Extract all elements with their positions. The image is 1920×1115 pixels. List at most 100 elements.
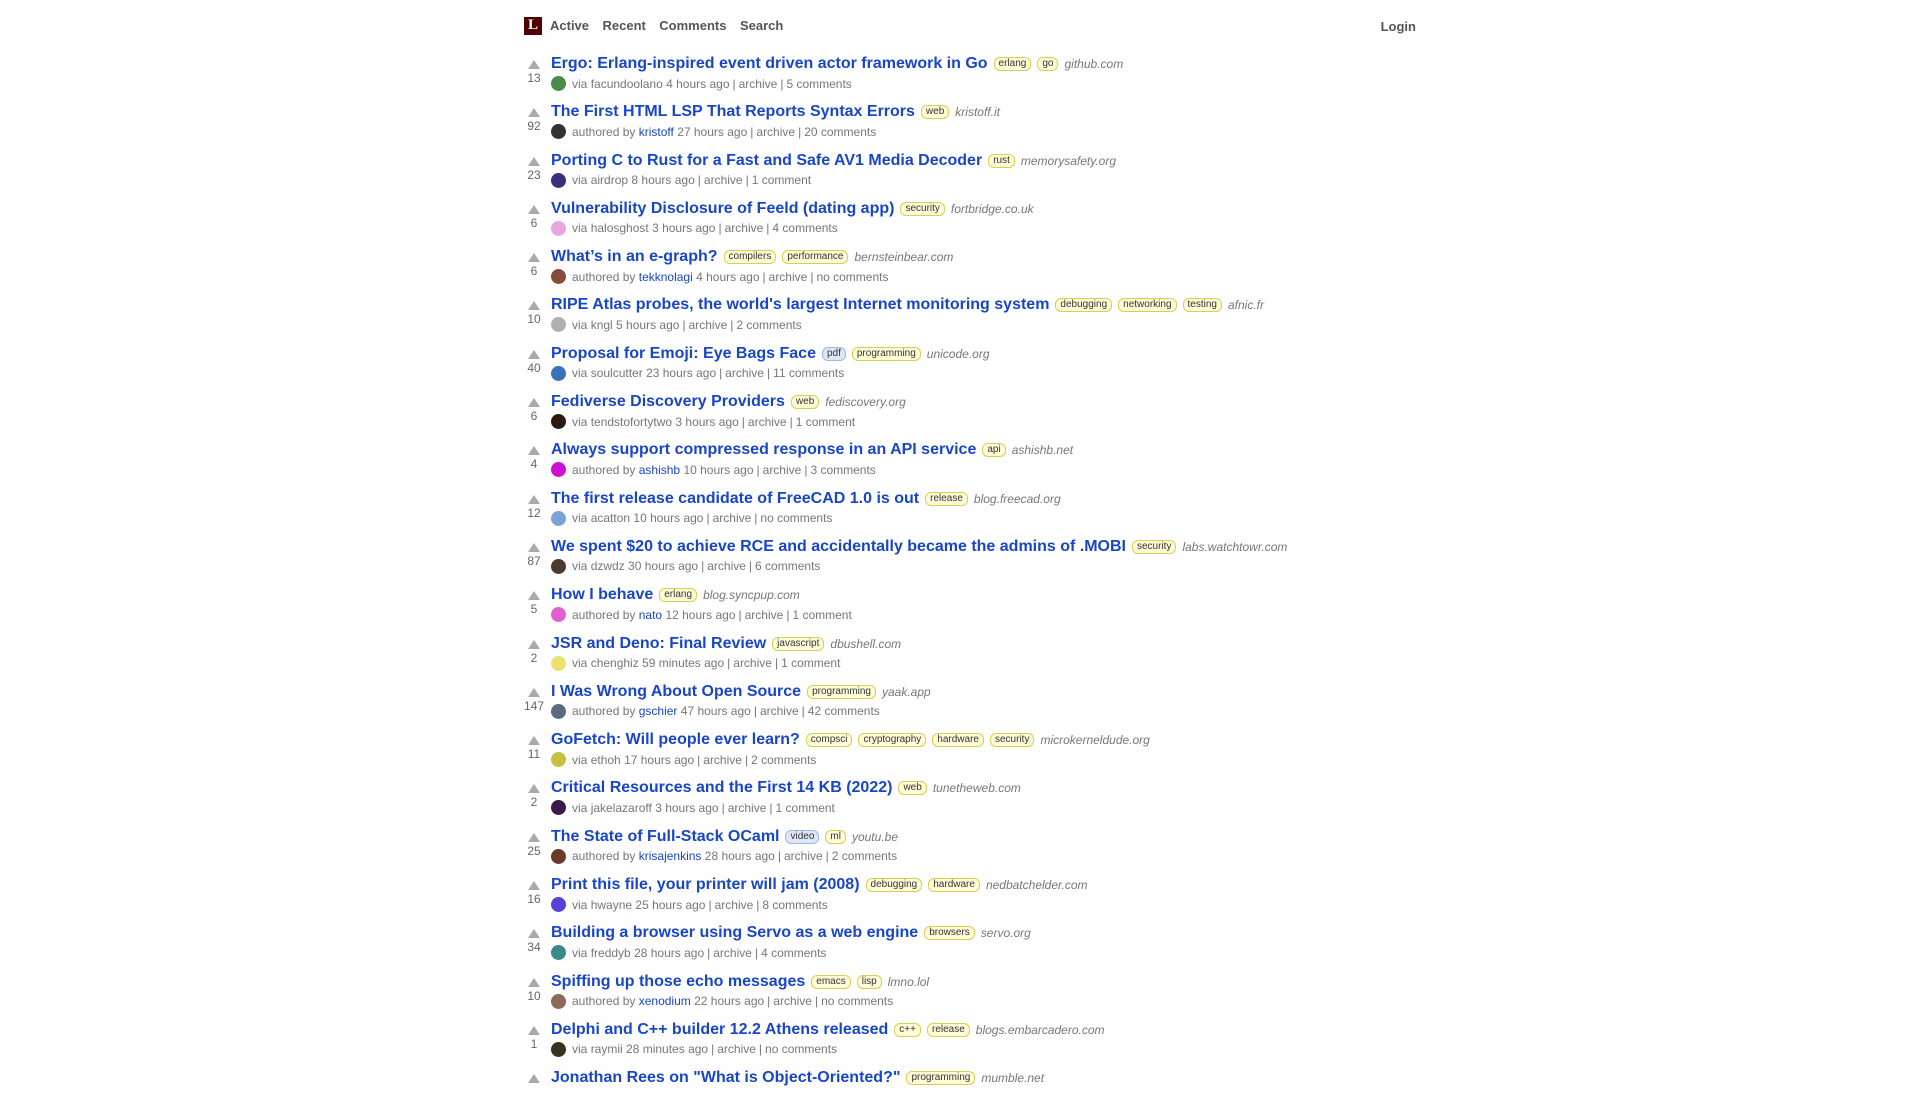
comments-link[interactable]: 6 comments (755, 559, 820, 573)
username-link[interactable]: ethoh (591, 753, 621, 767)
story-title-link[interactable]: Building a browser using Servo as a web … (551, 924, 918, 941)
comments-link[interactable]: 5 comments (786, 77, 851, 91)
upvote-arrow-icon[interactable] (528, 977, 540, 987)
comments-link[interactable]: no comments (816, 270, 888, 284)
user-avatar-icon[interactable] (551, 703, 566, 719)
archive-link[interactable]: archive (728, 801, 767, 815)
comments-link[interactable]: 1 comment (792, 608, 851, 622)
tag-lisp[interactable]: lisp (856, 974, 882, 989)
story-title-link[interactable]: JSR and Deno: Final Review (551, 635, 766, 652)
tag-hardware[interactable]: hardware (928, 878, 980, 893)
archive-link[interactable]: archive (715, 898, 754, 912)
tag-video[interactable]: video (785, 829, 820, 844)
archive-link[interactable]: archive (739, 77, 778, 91)
username-link[interactable]: dzwdz (591, 559, 625, 573)
user-avatar-icon[interactable] (551, 848, 566, 864)
story-domain[interactable]: bernsteinbear.com (854, 250, 953, 264)
upvote-arrow-icon[interactable] (528, 1025, 540, 1035)
tag-javascript[interactable]: javascript (772, 636, 825, 651)
archive-link[interactable]: archive (745, 608, 784, 622)
username-link[interactable]: halosghost (591, 221, 649, 235)
story-domain[interactable]: nedbatchelder.com (986, 878, 1088, 892)
story-domain[interactable]: labs.watchtowr.com (1182, 540, 1287, 554)
username-link[interactable]: hwayne (591, 898, 632, 912)
tag-web[interactable]: web (898, 781, 927, 796)
user-avatar-icon[interactable] (551, 752, 566, 768)
upvote-arrow-icon[interactable] (528, 639, 540, 649)
upvote-arrow-icon[interactable] (528, 591, 540, 601)
user-avatar-icon[interactable] (551, 172, 566, 188)
story-title-link[interactable]: Ergo: Erlang-inspired event driven actor… (551, 55, 988, 72)
tag-erlang[interactable]: erlang (659, 588, 698, 603)
story-domain[interactable]: youtu.be (852, 830, 898, 844)
upvote-arrow-icon[interactable] (528, 687, 540, 697)
tag-emacs[interactable]: emacs (811, 974, 851, 989)
username-link[interactable]: soulcutter (591, 366, 643, 380)
archive-link[interactable]: archive (703, 753, 742, 767)
username-link[interactable]: acatton (591, 511, 630, 525)
story-title-link[interactable]: The first release candidate of FreeCAD 1… (551, 490, 919, 507)
tag-compsci[interactable]: compsci (805, 733, 853, 748)
comments-link[interactable]: 1 comment (776, 801, 835, 815)
archive-link[interactable]: archive (707, 559, 746, 573)
archive-link[interactable]: archive (704, 173, 743, 187)
story-title-link[interactable]: Proposal for Emoji: Eye Bags Face (551, 345, 816, 362)
nav-search[interactable]: Search (740, 18, 783, 33)
upvote-arrow-icon[interactable] (528, 1074, 540, 1084)
user-avatar-icon[interactable] (551, 124, 566, 140)
username-link[interactable]: tekknolagi (639, 270, 693, 284)
story-domain[interactable]: fediscovery.org (825, 395, 905, 409)
tag-c[interactable]: c++ (894, 1022, 921, 1037)
story-domain[interactable]: mumble.net (981, 1071, 1044, 1085)
nav-comments[interactable]: Comments (659, 18, 726, 33)
archive-link[interactable]: archive (769, 270, 808, 284)
upvote-arrow-icon[interactable] (528, 204, 540, 214)
username-link[interactable]: airdrop (591, 173, 628, 187)
story-title-link[interactable]: The State of Full-Stack OCaml (551, 828, 779, 845)
upvote-arrow-icon[interactable] (528, 349, 540, 359)
user-avatar-icon[interactable] (551, 897, 566, 913)
story-domain[interactable]: dbushell.com (830, 637, 901, 651)
username-link[interactable]: raymii (591, 1042, 623, 1056)
comments-link[interactable]: 20 comments (804, 125, 876, 139)
comments-link[interactable]: 4 comments (761, 946, 826, 960)
archive-link[interactable]: archive (784, 849, 823, 863)
story-domain[interactable]: tunetheweb.com (933, 781, 1021, 795)
user-avatar-icon[interactable] (551, 365, 566, 381)
upvote-arrow-icon[interactable] (528, 301, 540, 311)
tag-debugging[interactable]: debugging (865, 878, 923, 893)
username-link[interactable]: xenodium (639, 994, 691, 1008)
comments-link[interactable]: 3 comments (810, 463, 875, 477)
tag-compilers[interactable]: compilers (723, 250, 777, 265)
story-title-link[interactable]: We spent $20 to achieve RCE and accident… (551, 538, 1126, 555)
user-avatar-icon[interactable] (551, 607, 566, 623)
upvote-arrow-icon[interactable] (528, 446, 540, 456)
user-avatar-icon[interactable] (551, 945, 566, 961)
story-title-link[interactable]: Always support compressed response in an… (551, 441, 976, 458)
story-domain[interactable]: fortbridge.co.uk (951, 202, 1034, 216)
comments-link[interactable]: 8 comments (762, 898, 827, 912)
story-title-link[interactable]: Porting C to Rust for a Fast and Safe AV… (551, 152, 982, 169)
username-link[interactable]: kngl (591, 318, 613, 332)
archive-link[interactable]: archive (689, 318, 728, 332)
lobsters-logo[interactable]: L (524, 16, 542, 35)
user-avatar-icon[interactable] (551, 414, 566, 430)
user-avatar-icon[interactable] (551, 993, 566, 1009)
story-domain[interactable]: github.com (1064, 57, 1123, 71)
tag-pdf[interactable]: pdf (821, 346, 846, 361)
upvote-arrow-icon[interactable] (528, 156, 540, 166)
tag-security[interactable]: security (990, 733, 1035, 748)
comments-link[interactable]: 2 comments (736, 318, 801, 332)
tag-api[interactable]: api (982, 443, 1006, 458)
tag-performance[interactable]: performance (782, 250, 849, 265)
tag-programming[interactable]: programming (906, 1071, 976, 1086)
story-domain[interactable]: blogs.embarcadero.com (976, 1023, 1105, 1037)
user-avatar-icon[interactable] (551, 510, 566, 526)
comments-link[interactable]: 42 comments (808, 704, 880, 718)
tag-rust[interactable]: rust (988, 153, 1015, 168)
story-title-link[interactable]: Vulnerability Disclosure of Feeld (datin… (551, 200, 894, 217)
tag-programming[interactable]: programming (807, 684, 876, 699)
username-link[interactable]: tendstofortytwo (591, 415, 672, 429)
story-title-link[interactable]: I Was Wrong About Open Source (551, 683, 801, 700)
upvote-arrow-icon[interactable] (528, 881, 540, 891)
